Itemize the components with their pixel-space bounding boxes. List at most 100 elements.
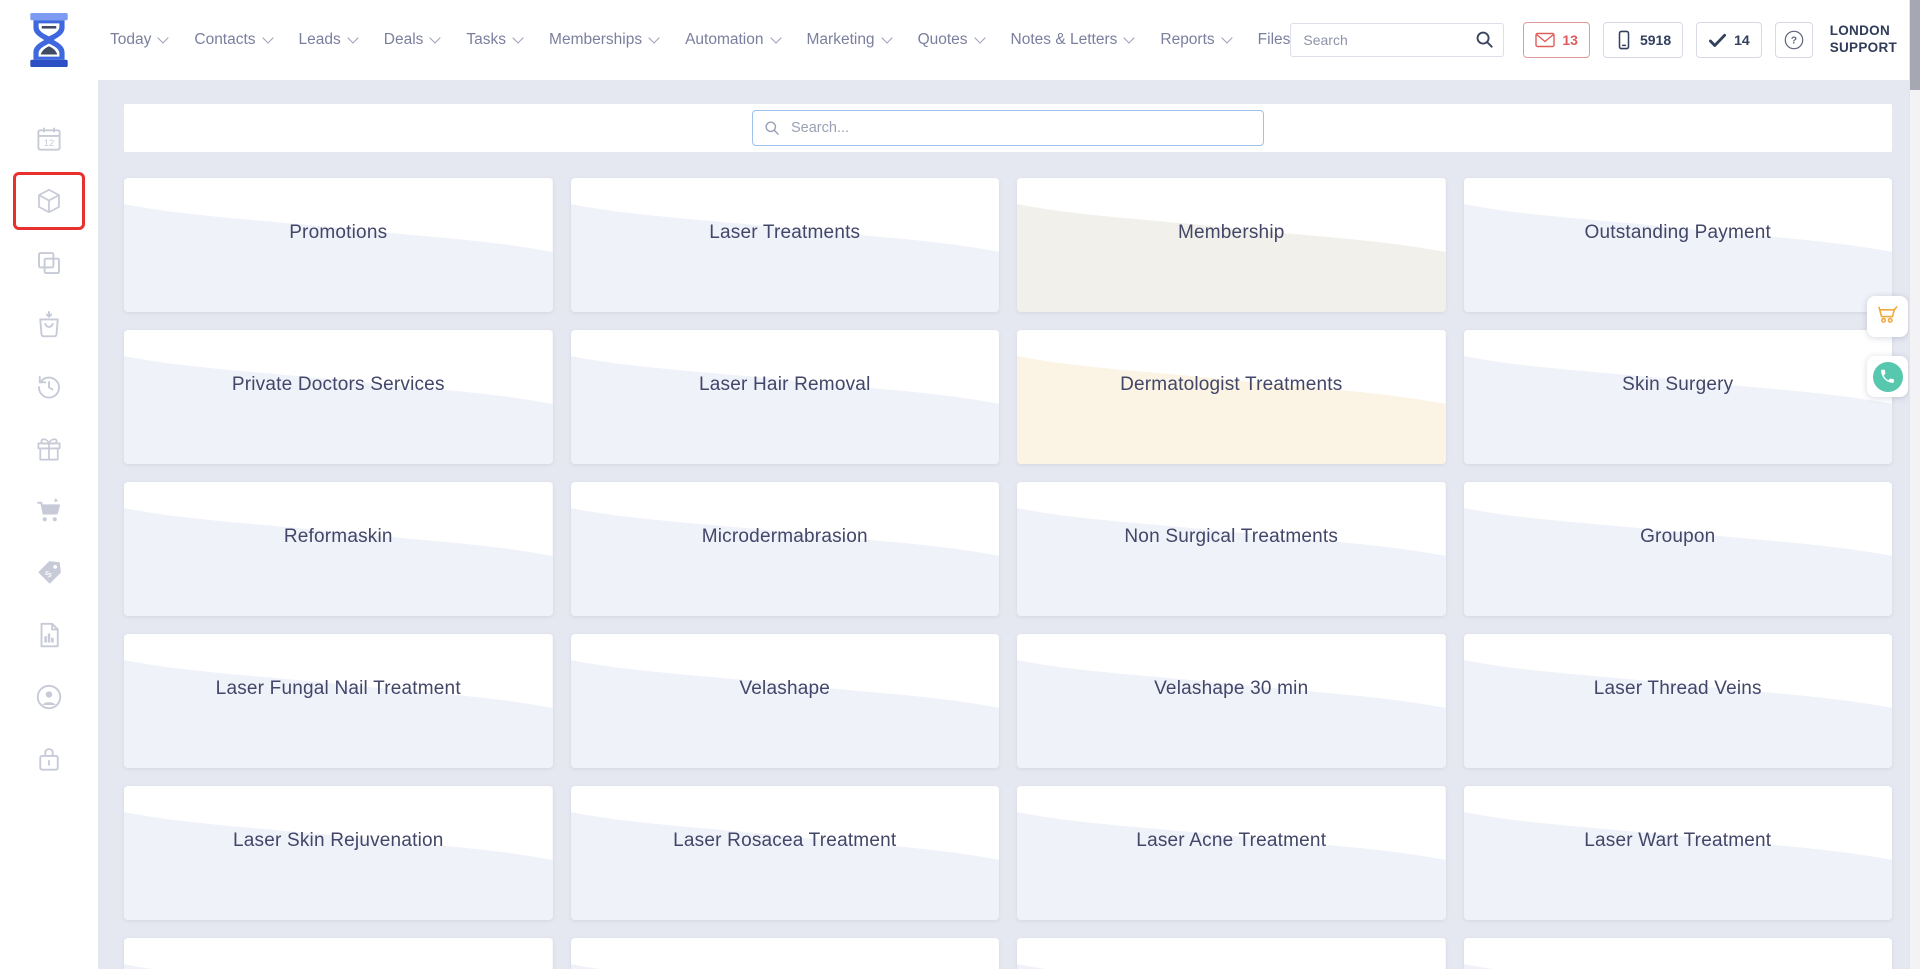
help-badge[interactable]: ?: [1775, 22, 1813, 58]
user-name-line1: LONDON: [1830, 23, 1897, 40]
navbar-right-cluster: 13 5918 14 ? LONDON SU: [1290, 21, 1920, 59]
category-search: [752, 110, 1264, 146]
main-menu: Today Contacts Leads Deals Tasks Memberships A…: [110, 31, 1290, 49]
card-wave-decoration: [124, 482, 553, 562]
sidebar-item-cube[interactable]: [13, 172, 85, 230]
category-card[interactable]: Membership: [1017, 178, 1446, 312]
sidebar-item-layers[interactable]: [13, 234, 85, 292]
chevron-down-icon: [347, 32, 358, 43]
category-card[interactable]: Non Surgical Treatments: [1017, 482, 1446, 616]
nav-item-deals[interactable]: Deals: [384, 31, 440, 49]
nav-item-today[interactable]: Today: [110, 31, 167, 49]
sidebar-item-lock[interactable]: [13, 730, 85, 788]
nav-item-tasks[interactable]: Tasks: [466, 31, 522, 49]
search-icon[interactable]: [1475, 30, 1494, 49]
category-card-partial[interactable]: [571, 938, 1000, 969]
category-card[interactable]: Dermatologist Treatments: [1017, 330, 1446, 464]
category-card-partial[interactable]: [1464, 938, 1893, 969]
card-wave-decoration: [1464, 786, 1893, 866]
card-label: Laser Wart Treatment: [1464, 830, 1893, 852]
history-icon: [34, 372, 64, 402]
hourglass-logo-icon[interactable]: [26, 13, 72, 67]
nav-item-automation[interactable]: Automation: [685, 31, 779, 49]
nav-item-marketing[interactable]: Marketing: [807, 31, 891, 49]
sidebar-item-gift[interactable]: [13, 420, 85, 478]
category-card[interactable]: Skin Surgery: [1464, 330, 1893, 464]
phone-count: 5918: [1640, 32, 1671, 48]
category-card[interactable]: Private Doctors Services: [124, 330, 553, 464]
card-wave-decoration: [1464, 178, 1893, 258]
phone-badge[interactable]: 5918: [1603, 22, 1683, 58]
card-label: Skin Surgery: [1464, 374, 1893, 396]
sidebar-item-user[interactable]: [13, 668, 85, 726]
card-wave-decoration: [1017, 482, 1446, 562]
card-wave-decoration: [124, 786, 553, 866]
sidebar-item-calendar[interactable]: 12: [13, 110, 85, 168]
mail-badge[interactable]: 13: [1523, 22, 1590, 58]
question-icon: ?: [1783, 29, 1805, 51]
svg-text:?: ?: [1791, 36, 1797, 47]
sidebar-item-cart[interactable]: [13, 482, 85, 540]
card-wave-decoration: [1017, 786, 1446, 866]
card-wave-decoration: [1017, 330, 1446, 410]
tasks-badge[interactable]: 14: [1696, 22, 1762, 58]
card-label: Laser Skin Rejuvenation: [124, 830, 553, 852]
global-search-input[interactable]: [1290, 23, 1504, 57]
category-card[interactable]: Outstanding Payment: [1464, 178, 1893, 312]
category-card[interactable]: Velashape: [571, 634, 1000, 768]
nav-item-quotes[interactable]: Quotes: [918, 31, 984, 49]
cart-button[interactable]: [1867, 296, 1908, 337]
category-card[interactable]: Laser Hair Removal: [571, 330, 1000, 464]
price-tag-icon: $: [34, 558, 64, 588]
card-wave-decoration: [1017, 634, 1446, 714]
category-card-partial[interactable]: [1017, 938, 1446, 969]
calendar-icon: 12: [34, 124, 64, 154]
category-card[interactable]: Laser Treatments: [571, 178, 1000, 312]
category-card[interactable]: Velashape 30 min: [1017, 634, 1446, 768]
nav-item-files[interactable]: Files: [1258, 31, 1291, 49]
nav-item-contacts[interactable]: Contacts: [194, 31, 271, 49]
nav-item-reports[interactable]: Reports: [1160, 31, 1230, 49]
sidebar-item-report[interactable]: [13, 606, 85, 664]
nav-item-label: Marketing: [807, 31, 875, 49]
card-label: Microdermabrasion: [571, 526, 1000, 548]
chevron-down-icon: [262, 32, 273, 43]
report-document-icon: [34, 620, 64, 650]
chevron-down-icon: [974, 32, 985, 43]
category-card[interactable]: Reformaskin: [124, 482, 553, 616]
card-label: Private Doctors Services: [124, 374, 553, 396]
category-card-partial[interactable]: [124, 938, 553, 969]
nav-item-label: Deals: [384, 31, 424, 49]
category-card[interactable]: Laser Fungal Nail Treatment: [124, 634, 553, 768]
nav-item-label: Reports: [1160, 31, 1214, 49]
mail-count: 13: [1562, 32, 1578, 48]
vertical-scrollbar[interactable]: [1909, 0, 1920, 969]
category-card[interactable]: Microdermabrasion: [571, 482, 1000, 616]
category-card[interactable]: Promotions: [124, 178, 553, 312]
sidebar-item-history[interactable]: [13, 358, 85, 416]
category-card[interactable]: Laser Rosacea Treatment: [571, 786, 1000, 920]
card-wave-decoration: [124, 178, 553, 258]
chevron-down-icon: [648, 32, 659, 43]
chevron-down-icon: [1221, 32, 1232, 43]
category-search-input[interactable]: [752, 110, 1264, 146]
category-card[interactable]: Laser Thread Veins: [1464, 634, 1893, 768]
category-card[interactable]: Laser Acne Treatment: [1017, 786, 1446, 920]
nav-item-notes-letters[interactable]: Notes & Letters: [1011, 31, 1134, 49]
category-card[interactable]: Laser Wart Treatment: [1464, 786, 1893, 920]
card-label: Promotions: [124, 222, 553, 244]
nav-item-label: Automation: [685, 31, 763, 49]
category-card[interactable]: Laser Skin Rejuvenation: [124, 786, 553, 920]
nav-item-leads[interactable]: Leads: [299, 31, 357, 49]
nav-item-memberships[interactable]: Memberships: [549, 31, 658, 49]
card-wave-decoration: [1017, 178, 1446, 258]
card-label: Laser Rosacea Treatment: [571, 830, 1000, 852]
nav-item-label: Today: [110, 31, 151, 49]
sidebar-item-shopping-bag[interactable]: [13, 296, 85, 354]
category-card[interactable]: Groupon: [1464, 482, 1893, 616]
whatsapp-button[interactable]: [1867, 356, 1908, 397]
sidebar-item-price-tag[interactable]: $: [13, 544, 85, 602]
svg-text:12: 12: [44, 138, 54, 148]
card-label: Non Surgical Treatments: [1017, 526, 1446, 548]
scrollbar-thumb[interactable]: [1910, 0, 1920, 90]
